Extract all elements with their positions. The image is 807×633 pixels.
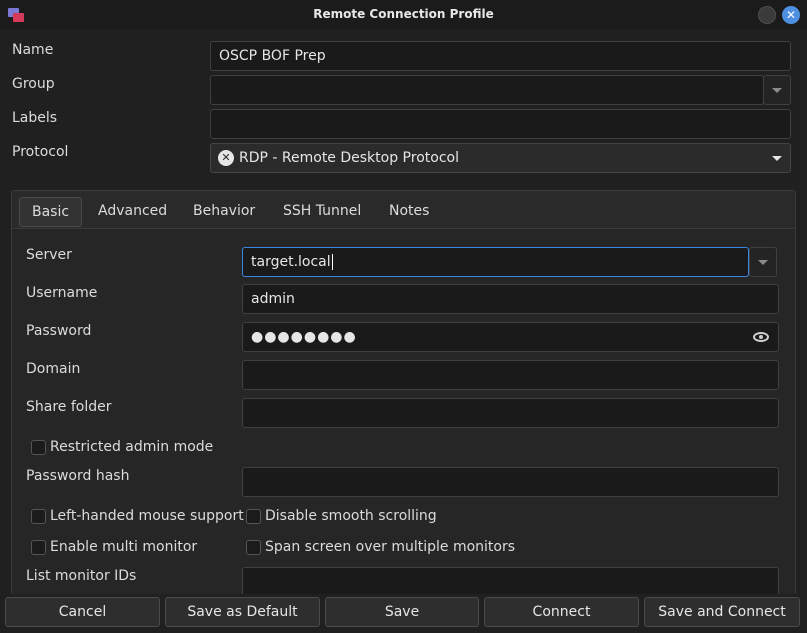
tab-advanced[interactable]: Advanced <box>86 197 179 227</box>
share-folder-input[interactable] <box>242 398 779 428</box>
group-dropdown-button[interactable] <box>763 75 791 105</box>
password-hash-input[interactable] <box>242 467 779 497</box>
protocol-label: Protocol <box>12 144 69 160</box>
disable-smooth-scrolling-checkbox[interactable] <box>246 509 261 524</box>
chevron-down-icon <box>772 156 782 161</box>
domain-label: Domain <box>26 361 81 377</box>
save-and-connect-button[interactable]: Save and Connect <box>644 597 800 627</box>
text-cursor <box>331 254 333 270</box>
labels-label: Labels <box>12 110 58 126</box>
save-button[interactable]: Save <box>325 597 479 627</box>
password-input[interactable]: ●●●●●●●● <box>242 322 779 352</box>
password-hash-label: Password hash <box>26 468 130 484</box>
disable-smooth-scrolling-label: Disable smooth scrolling <box>265 508 437 524</box>
username-input[interactable]: admin <box>242 284 779 314</box>
left-handed-label: Left-handed mouse support <box>50 508 244 524</box>
server-label: Server <box>26 247 72 263</box>
x-circle-icon: ✕ <box>218 150 234 166</box>
restricted-admin-checkbox[interactable] <box>31 440 46 455</box>
monitor-ids-input[interactable] <box>242 567 779 597</box>
username-label: Username <box>26 285 98 301</box>
server-input[interactable]: target.local <box>242 247 749 277</box>
minimize-button[interactable] <box>758 6 776 24</box>
chevron-down-icon <box>758 260 768 265</box>
tab-behavior[interactable]: Behavior <box>181 197 267 227</box>
eye-icon[interactable] <box>753 332 769 342</box>
window-title: Remote Connection Profile <box>313 7 494 21</box>
server-dropdown-button[interactable] <box>749 247 777 277</box>
chevron-down-icon <box>772 88 782 93</box>
protocol-select[interactable]: ✕ RDP - Remote Desktop Protocol <box>210 143 791 173</box>
button-bar: Cancel Save as Default Save Connect Save… <box>0 594 807 633</box>
multi-monitor-checkbox[interactable] <box>31 540 46 555</box>
server-value: target.local <box>251 254 331 270</box>
share-folder-label: Share folder <box>26 399 112 415</box>
close-icon: ✕ <box>785 8 797 22</box>
save-as-default-button[interactable]: Save as Default <box>165 597 320 627</box>
password-value: ●●●●●●●● <box>251 329 357 345</box>
password-label: Password <box>26 323 92 339</box>
span-screen-label: Span screen over multiple monitors <box>265 539 516 555</box>
close-button[interactable]: ✕ <box>782 6 800 24</box>
multi-monitor-label: Enable multi monitor <box>50 539 198 555</box>
settings-panel: Basic Advanced Behavior SSH Tunnel Notes… <box>11 190 796 600</box>
left-handed-checkbox[interactable] <box>31 509 46 524</box>
tab-bar: Basic Advanced Behavior SSH Tunnel Notes <box>12 191 795 229</box>
domain-input[interactable] <box>242 360 779 390</box>
cancel-button[interactable]: Cancel <box>5 597 160 627</box>
span-screen-checkbox[interactable] <box>246 540 261 555</box>
monitor-ids-label: List monitor IDs <box>26 568 137 584</box>
name-input[interactable]: OSCP BOF Prep <box>210 41 791 71</box>
tab-basic[interactable]: Basic <box>19 197 83 227</box>
tab-ssh-tunnel[interactable]: SSH Tunnel <box>271 197 373 227</box>
labels-input[interactable] <box>210 109 791 139</box>
group-label: Group <box>12 76 55 92</box>
tab-notes[interactable]: Notes <box>377 197 441 227</box>
protocol-value: RDP - Remote Desktop Protocol <box>239 150 459 166</box>
name-label: Name <box>12 42 54 58</box>
restricted-admin-label: Restricted admin mode <box>50 439 214 455</box>
group-input[interactable] <box>210 75 764 105</box>
title-bar: Remote Connection Profile ✕ <box>0 0 807 30</box>
connect-button[interactable]: Connect <box>484 597 639 627</box>
